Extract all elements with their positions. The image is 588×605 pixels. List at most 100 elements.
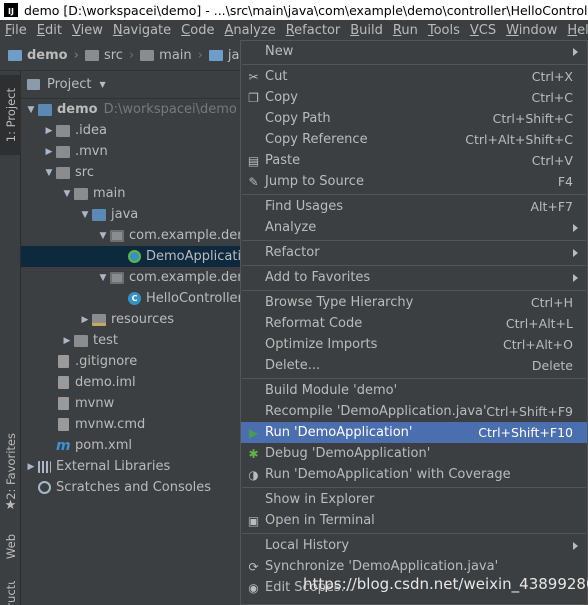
menu-vcs[interactable]: VCS xyxy=(465,23,501,38)
menu-item-shortcut: Delete xyxy=(531,358,573,373)
expand-right-icon[interactable]: ▶ xyxy=(24,462,38,472)
menu-code[interactable]: Code xyxy=(176,23,219,38)
menu-item-paste[interactable]: ▤ Paste Ctrl+V xyxy=(241,150,587,171)
menu-refactor[interactable]: Refactor xyxy=(281,23,346,38)
tree-item[interactable]: ▼ main xyxy=(21,183,246,204)
menu-item-label: Run 'DemoApplication' with Coverage xyxy=(265,467,511,482)
menu-item-shortcut: Ctrl+H xyxy=(530,295,573,310)
menu-tools[interactable]: Tools xyxy=(423,23,465,38)
tree-item[interactable]: ▶ test xyxy=(21,330,246,351)
tree-item[interactable]: ▶CHelloController xyxy=(21,288,246,309)
expand-down-icon[interactable]: ▼ xyxy=(24,105,38,115)
menu-item-copy-reference[interactable]: Copy Reference Ctrl+Alt+Shift+C xyxy=(241,129,587,150)
menu-edit[interactable]: Edit xyxy=(32,23,67,38)
menu-help[interactable]: Help xyxy=(562,23,588,38)
tree-item[interactable]: ▼ java xyxy=(21,204,246,225)
tree-item-label: com.example.demo.controller xyxy=(129,270,246,285)
menu-item-label: Build Module 'demo' xyxy=(265,383,398,398)
menu-view[interactable]: View xyxy=(67,23,108,38)
menu-item-new[interactable]: New xyxy=(241,41,587,62)
menu-item-recompile-demoapplication-java[interactable]: Recompile 'DemoApplication.java' Ctrl+Shi… xyxy=(241,401,587,422)
menu-item-label: Browse Type Hierarchy xyxy=(265,295,414,310)
tree-item-label: .mvn xyxy=(75,144,108,159)
star-icon: ★ xyxy=(4,498,17,513)
tree-item[interactable]: ▼ com.example.demo xyxy=(21,225,246,246)
menu-separator xyxy=(242,290,586,291)
expand-down-icon[interactable]: ▼ xyxy=(78,210,92,220)
tree-item[interactable]: ▶mvnw.cmd xyxy=(21,414,246,435)
menu-run[interactable]: Run xyxy=(388,23,423,38)
menu-item-run-demoapplication[interactable]: ▶ Run 'DemoApplication' Ctrl+Shift+F10 xyxy=(241,422,587,443)
tree-item[interactable]: ▶ .idea xyxy=(21,120,246,141)
chevron-down-icon[interactable]: ▼ xyxy=(99,80,105,89)
tree-item[interactable]: ▼ src xyxy=(21,162,246,183)
tab-web[interactable]: Web xyxy=(0,527,21,567)
menu-item-label: Copy Path xyxy=(265,111,331,126)
expand-right-icon[interactable]: ▶ xyxy=(42,126,56,136)
menu-item-label: Analyze xyxy=(265,220,317,235)
menu-item-refactor[interactable]: Refactor xyxy=(241,242,587,263)
menu-item-copy[interactable]: ❐ Copy Ctrl+C xyxy=(241,87,587,108)
menu-build[interactable]: Build xyxy=(345,23,388,38)
tree-item[interactable]: ▶Scratches and Consoles xyxy=(21,477,246,498)
menu-window[interactable]: Window xyxy=(501,23,562,38)
menu-navigate[interactable]: Navigate xyxy=(108,23,176,38)
folder-icon xyxy=(8,50,22,61)
menu-item-synchronize-demoapplication-java[interactable]: ⟳ Synchronize 'DemoApplication.java' xyxy=(241,556,587,577)
tab-structure[interactable]: Structure xyxy=(0,581,21,605)
menu-item-run-demoapplication-with-coverage[interactable]: ◑ Run 'DemoApplication' with Coverage xyxy=(241,464,587,485)
expand-down-icon[interactable]: ▼ xyxy=(96,273,110,283)
menu-item-shortcut: Ctrl+Alt+Shift+C xyxy=(465,132,573,147)
menu-item-open-in-terminal[interactable]: ▣ Open in Terminal xyxy=(241,510,587,531)
chevron-right-icon: › xyxy=(197,48,203,63)
menu-item-analyze[interactable]: Analyze xyxy=(241,217,587,238)
menu-analyze[interactable]: Analyze xyxy=(219,23,280,38)
menu-item-browse-type-hierarchy[interactable]: Browse Type Hierarchy Ctrl+H xyxy=(241,292,587,313)
menu-item-debug-demoapplication[interactable]: ✱ Debug 'DemoApplication' xyxy=(241,443,587,464)
expand-down-icon[interactable]: ▼ xyxy=(60,189,74,199)
expand-down-icon[interactable]: ▼ xyxy=(42,168,56,178)
tree-item[interactable]: ▶ resources xyxy=(21,309,246,330)
menu-item-show-in-explorer[interactable]: Show in Explorer xyxy=(241,489,587,510)
menu-item-cut[interactable]: ✂ Cut Ctrl+X xyxy=(241,66,587,87)
breadcrumb-item-demo[interactable]: demo › xyxy=(8,48,85,63)
tree-item[interactable]: ▶demo.iml xyxy=(21,372,246,393)
expand-down-icon[interactable]: ▼ xyxy=(96,231,110,241)
tab-project[interactable]: 1: Project xyxy=(0,75,21,155)
expand-right-icon[interactable]: ▶ xyxy=(60,336,74,346)
tree-item[interactable]: ▶mvnw xyxy=(21,393,246,414)
menu-item-optimize-imports[interactable]: Optimize Imports Ctrl+Alt+O xyxy=(241,334,587,355)
tree-item-label: pom.xml xyxy=(75,438,132,453)
menu-item-shortcut: Ctrl+Shift+F9 xyxy=(486,404,573,419)
breadcrumb-item-src[interactable]: src › xyxy=(84,48,140,63)
tree-item[interactable]: ▼ demo D:\workspacei\demo xyxy=(21,99,246,120)
folder-icon xyxy=(208,50,223,61)
tab-favorites[interactable]: 2: Favorites xyxy=(0,426,21,506)
menu-item-shortcut: Ctrl+C xyxy=(531,90,573,105)
submenu-arrow-icon xyxy=(573,223,578,232)
tree-item[interactable]: ▶mpom.xml xyxy=(21,435,246,456)
menu-item-find-usages[interactable]: Find Usages Alt+F7 xyxy=(241,196,587,217)
tree-item[interactable]: ▼ com.example.demo.controller xyxy=(21,267,246,288)
tree-item[interactable]: ▶.gitignore xyxy=(21,351,246,372)
menu-item-delete[interactable]: Delete... Delete xyxy=(241,355,587,376)
menu-item-copy-path[interactable]: Copy Path Ctrl+Shift+C xyxy=(241,108,587,129)
expand-right-icon[interactable]: ▶ xyxy=(42,147,56,157)
debug-icon: ✱ xyxy=(248,446,259,461)
breadcrumb-item-main[interactable]: main › xyxy=(140,48,209,63)
tree-item[interactable]: ▶ External Libraries xyxy=(21,456,246,477)
tree-item[interactable]: ▶DemoApplication xyxy=(21,246,246,267)
menu-file[interactable]: File xyxy=(0,23,32,38)
menu-item-label: Show in Explorer xyxy=(265,492,375,507)
expand-right-icon[interactable]: ▶ xyxy=(78,315,92,325)
menu-item-local-history[interactable]: Local History xyxy=(241,535,587,556)
menu-item-jump-to-source[interactable]: ✎ Jump to Source F4 xyxy=(241,171,587,192)
project-panel-header[interactable]: Project ▼ xyxy=(21,71,246,99)
menu-item-build-module-demo[interactable]: Build Module 'demo' xyxy=(241,380,587,401)
tree-item[interactable]: ▶ .mvn xyxy=(21,141,246,162)
menu-item-add-to-favorites[interactable]: Add to Favorites xyxy=(241,267,587,288)
menu-item-reformat-code[interactable]: Reformat Code Ctrl+Alt+L xyxy=(241,313,587,334)
menu-item-shortcut: Ctrl+Shift+F10 xyxy=(478,425,573,440)
class-icon: C xyxy=(128,292,141,305)
menu-item-label: Jump to Source xyxy=(265,174,364,189)
